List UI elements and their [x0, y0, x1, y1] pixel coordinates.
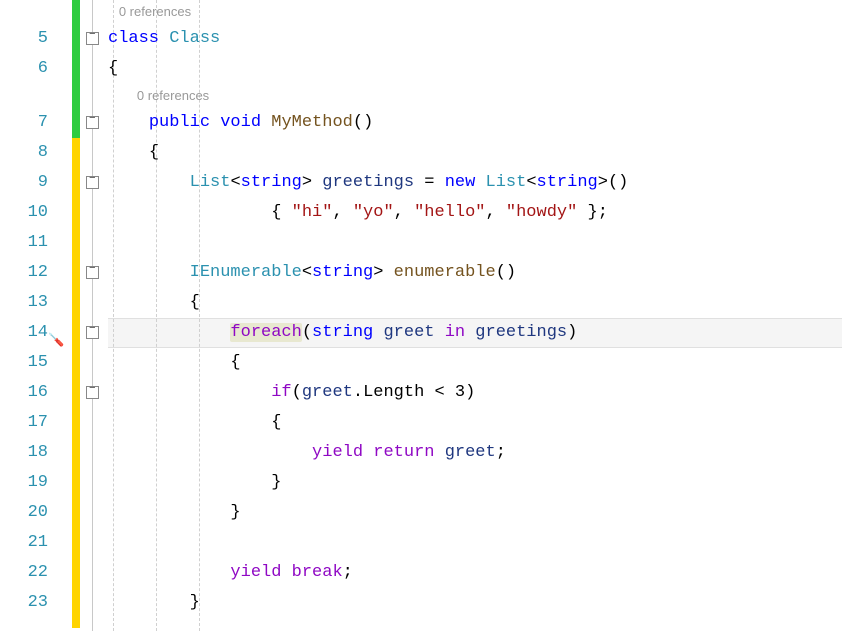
fold-toggle[interactable] — [86, 266, 99, 279]
code-line[interactable] — [108, 228, 842, 258]
code-line[interactable]: List<string> greetings = new List<string… — [108, 168, 842, 198]
line-number: 16 — [0, 378, 48, 408]
line-number: 13 — [0, 288, 48, 318]
code-line[interactable]: foreach(string greet in greetings) — [108, 318, 842, 348]
line-number: 7 — [0, 108, 48, 138]
line-number: 15 — [0, 348, 48, 378]
line-number: 19 — [0, 468, 48, 498]
codelens-references[interactable]: 0 references — [108, 84, 842, 108]
fold-toggle[interactable] — [86, 32, 99, 45]
code-line[interactable]: { "hi", "yo", "hello", "howdy" }; — [108, 198, 842, 228]
line-number-gutter: 5 6 7 8 9 10 11 12 13 14 🪛 15 16 17 18 1… — [0, 0, 56, 631]
code-line[interactable]: public void MyMethod() — [108, 108, 842, 138]
line-number: 21 — [0, 528, 48, 558]
line-number: 6 — [0, 54, 48, 84]
fold-toggle[interactable] — [86, 386, 99, 399]
code-text-area[interactable]: 0 references class Class { 0 references … — [108, 0, 842, 631]
line-number: 11 — [0, 228, 48, 258]
fold-gutter — [84, 0, 108, 631]
line-number: 22 — [0, 558, 48, 588]
line-number: 20 — [0, 498, 48, 528]
line-number: 17 — [0, 408, 48, 438]
fold-toggle[interactable] — [86, 326, 99, 339]
code-line[interactable]: } — [108, 498, 842, 528]
line-number: 14 🪛 — [0, 318, 48, 348]
fold-toggle[interactable] — [86, 116, 99, 129]
code-line[interactable]: { — [108, 348, 842, 378]
code-line[interactable]: yield break; — [108, 558, 842, 588]
code-line[interactable]: } — [108, 468, 842, 498]
line-number: 8 — [0, 138, 48, 168]
code-line[interactable]: { — [108, 288, 842, 318]
code-line[interactable]: IEnumerable<string> enumerable() — [108, 258, 842, 288]
code-line[interactable]: { — [108, 408, 842, 438]
code-line[interactable]: } — [108, 588, 842, 618]
change-marker-gutter — [56, 0, 74, 631]
code-line[interactable]: { — [108, 54, 842, 84]
line-number: 10 — [0, 198, 48, 228]
line-number: 18 — [0, 438, 48, 468]
codelens-references[interactable]: 0 references — [108, 0, 842, 24]
line-number: 9 — [0, 168, 48, 198]
fold-toggle[interactable] — [86, 176, 99, 189]
code-editor: 5 6 7 8 9 10 11 12 13 14 🪛 15 16 17 18 1… — [0, 0, 842, 631]
code-line[interactable]: if(greet.Length < 3) — [108, 378, 842, 408]
line-number: 23 — [0, 588, 48, 618]
code-line[interactable]: { — [108, 138, 842, 168]
line-number: 5 — [0, 24, 48, 54]
code-line[interactable]: yield return greet; — [108, 438, 842, 468]
code-line[interactable] — [108, 528, 842, 558]
line-number: 12 — [0, 258, 48, 288]
code-line[interactable]: class Class — [108, 24, 842, 54]
